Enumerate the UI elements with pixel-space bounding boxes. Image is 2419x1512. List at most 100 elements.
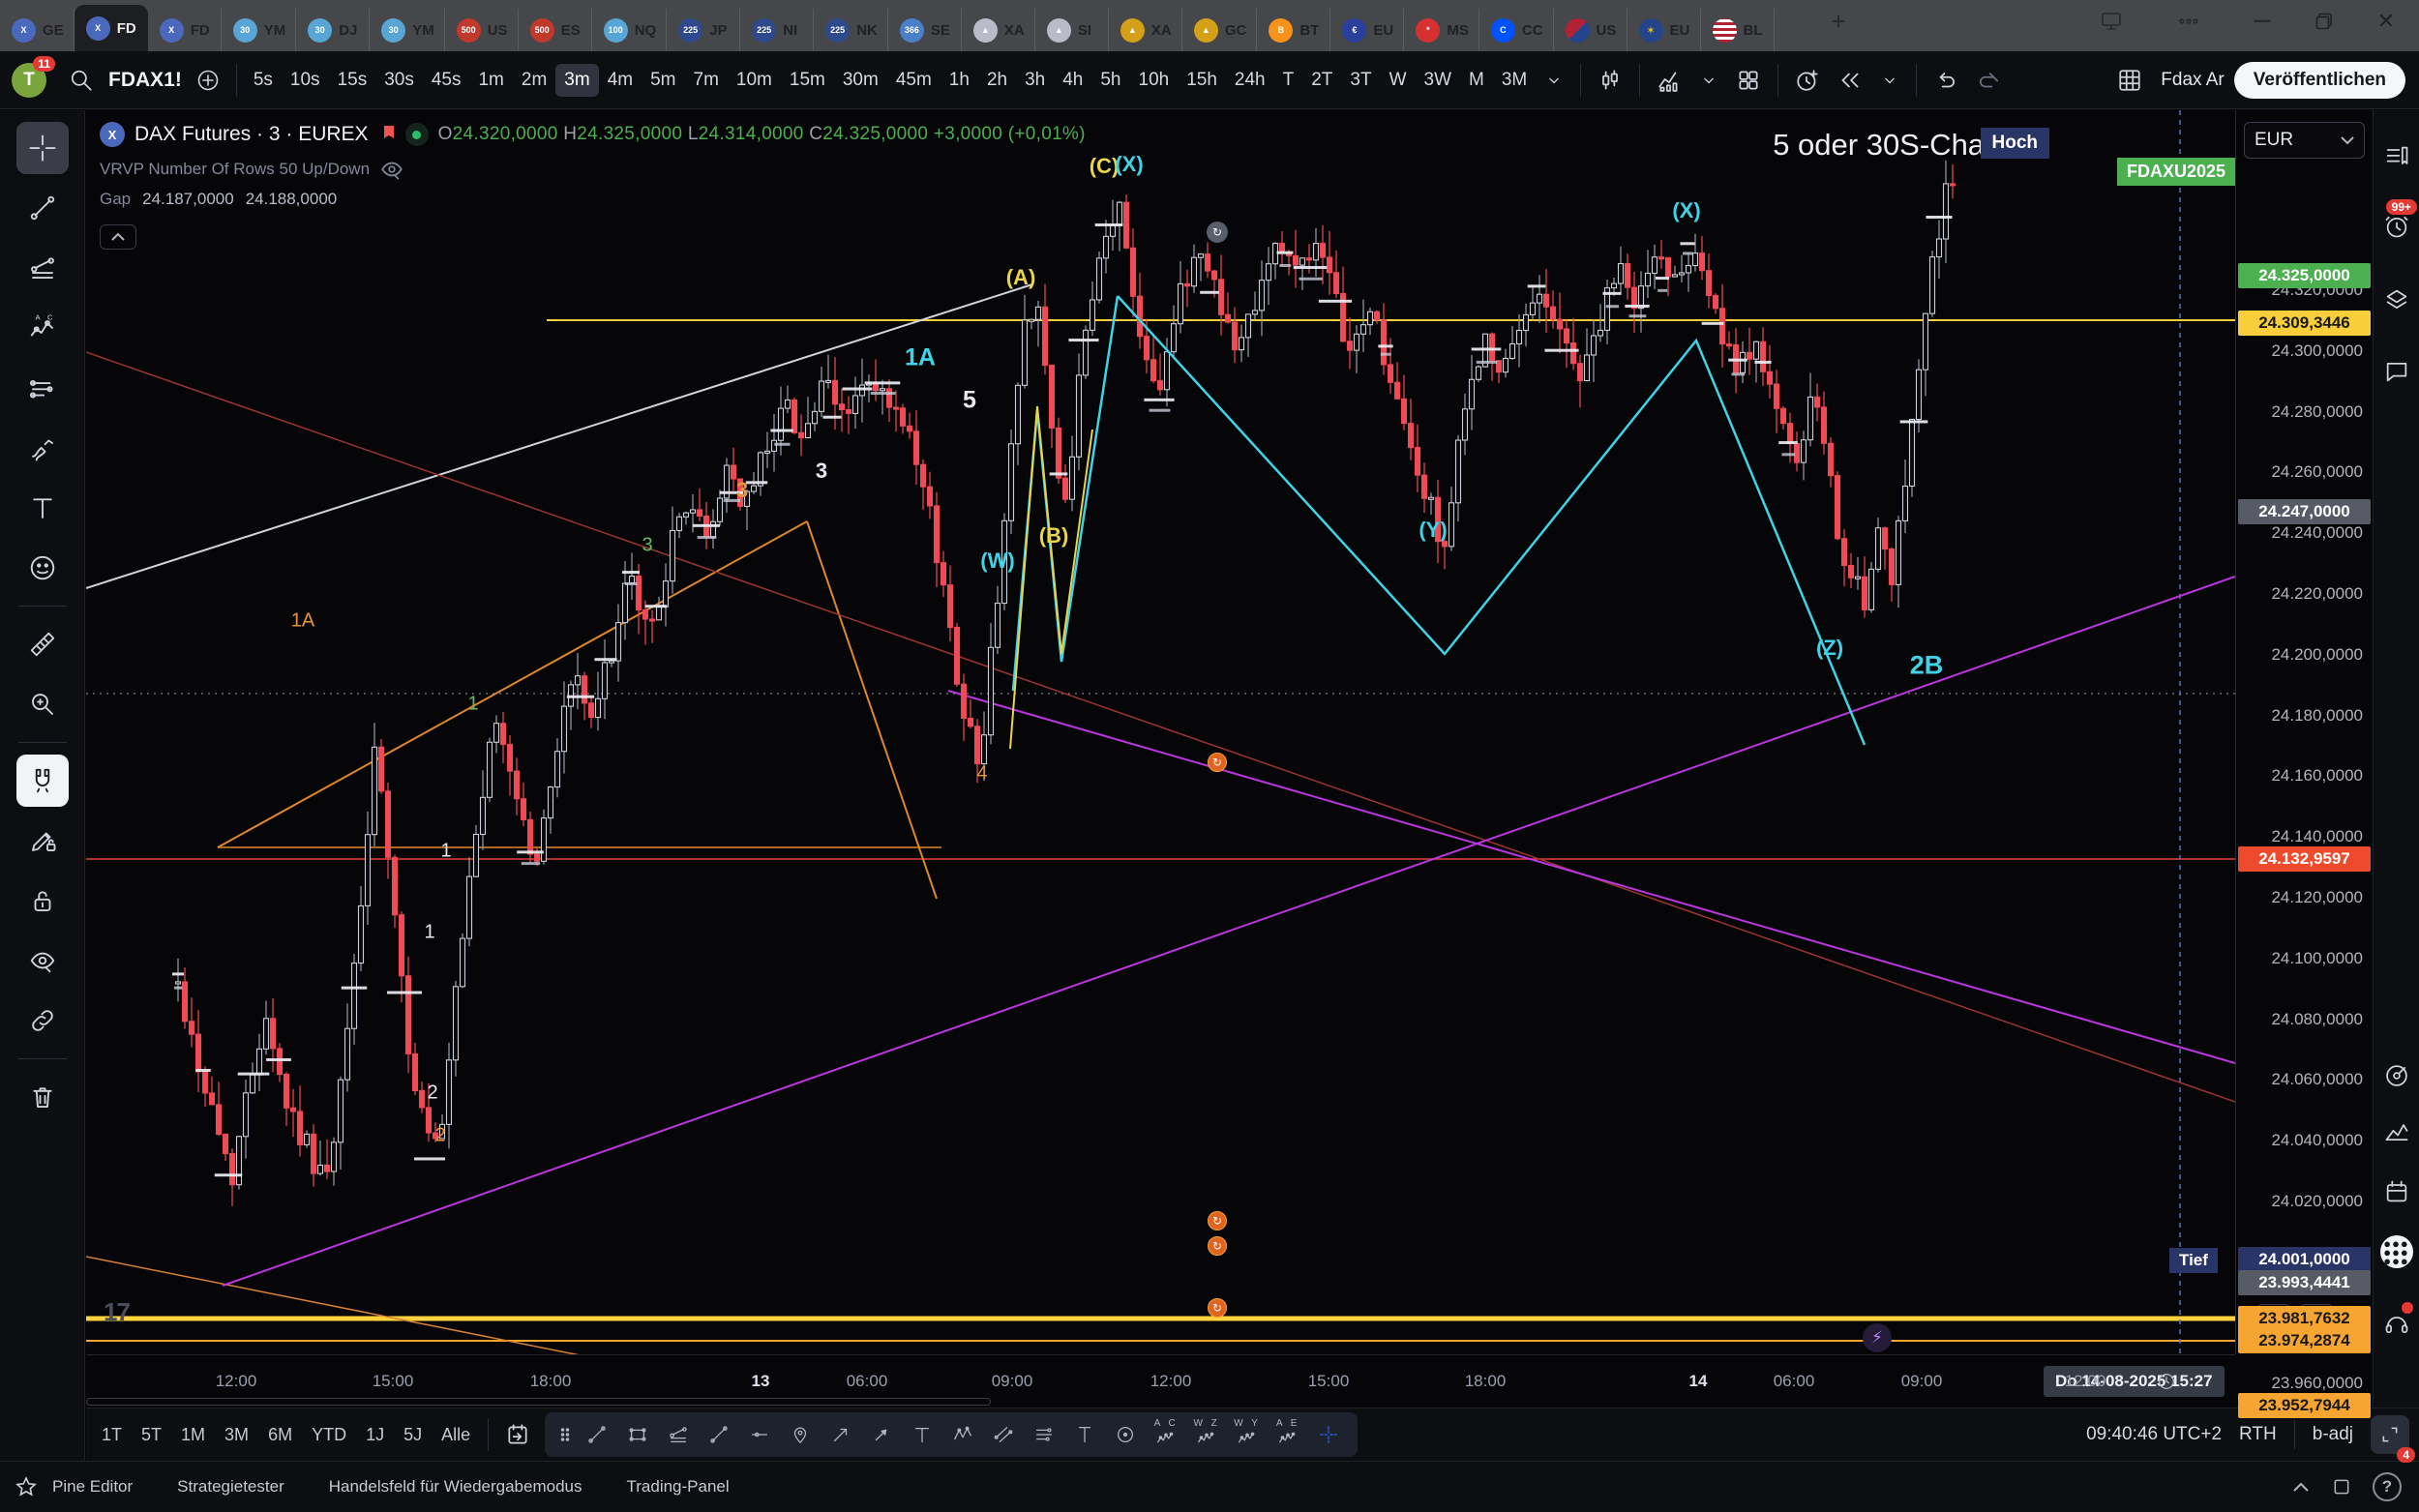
redo-icon[interactable] <box>1967 61 2010 100</box>
remove-drawings-icon[interactable] <box>16 1071 69 1123</box>
orange-marker-icon[interactable]: ↻ <box>1208 1211 1227 1230</box>
browser-tab-ni[interactable]: 225NI <box>740 9 814 51</box>
object-tree-icon[interactable] <box>2377 281 2416 319</box>
maximize-panel-icon[interactable] <box>2332 1477 2351 1497</box>
apps-grid-icon[interactable]: ●●●●●●●●● <box>2377 1232 2416 1271</box>
calendar-icon[interactable] <box>2377 1172 2416 1211</box>
visible-range-scrollbar[interactable] <box>86 1398 991 1406</box>
range-1j[interactable]: 1J <box>356 1420 394 1450</box>
timeframe-3W[interactable]: 3W <box>1416 64 1461 97</box>
chevron-down-icon[interactable] <box>1536 61 1572 100</box>
browser-tab-ym[interactable]: 30YM <box>222 9 297 51</box>
browser-tab-eu[interactable]: €EU <box>1330 9 1404 51</box>
browser-tab-nq[interactable]: 100NQ <box>592 9 668 51</box>
timeframe-T[interactable]: T <box>1274 64 1303 97</box>
range-5t[interactable]: 5T <box>132 1420 171 1450</box>
panel-collapse-icon[interactable] <box>2291 1481 2311 1493</box>
timeframe-15h[interactable]: 15h <box>1178 64 1226 97</box>
window-close-button[interactable]: ✕ <box>2365 0 2407 43</box>
dock-horizontal-ray-icon[interactable] <box>740 1415 779 1454</box>
timeframe-10h[interactable]: 10h <box>1130 64 1179 97</box>
browser-tab-cc[interactable]: CCC <box>1479 9 1554 51</box>
browser-tab-xa[interactable]: ▲XA <box>1109 9 1182 51</box>
dock-arrow-marker-icon[interactable] <box>862 1415 901 1454</box>
dock-trend-line-icon[interactable] <box>578 1415 616 1454</box>
timeframe-30s[interactable]: 30s <box>375 64 423 97</box>
window-minimize-button[interactable]: ─ <box>2241 0 2284 43</box>
timeframe-4m[interactable]: 4m <box>599 64 642 97</box>
drawing-mode-icon[interactable] <box>16 815 69 867</box>
timeframe-2T[interactable]: 2T <box>1302 64 1341 97</box>
dock-circle-icon[interactable] <box>1106 1415 1145 1454</box>
statusbar-handelsfeld-f-r-wiedergabemodus[interactable]: Handelsfeld für Wiedergabemodus <box>329 1477 582 1497</box>
timeframe-1h[interactable]: 1h <box>941 64 978 97</box>
tab-devices-icon[interactable] <box>2090 0 2133 43</box>
chevron-down-icon[interactable] <box>1690 61 1727 100</box>
compare-add-icon[interactable] <box>188 61 228 100</box>
browser-tab-si[interactable]: ▲SI <box>1035 9 1109 51</box>
browser-tab-xa[interactable]: ▲XA <box>962 9 1035 51</box>
indicators-icon[interactable] <box>1648 61 1690 100</box>
elliott-wave-icon[interactable]: AC <box>16 302 69 354</box>
flag-icon[interactable] <box>378 125 396 144</box>
purple-marker-icon[interactable]: ⚡ <box>1863 1323 1892 1352</box>
browser-menu-icon[interactable] <box>2167 0 2210 43</box>
undo-icon[interactable] <box>1925 61 1967 100</box>
timeframe-15m[interactable]: 15m <box>781 64 834 97</box>
dock-vertical-line-icon[interactable] <box>1065 1415 1104 1454</box>
browser-tab-nk[interactable]: 225NK <box>814 9 888 51</box>
dock-ray-icon[interactable] <box>700 1415 738 1454</box>
dock-wave-ac-icon[interactable]: A C <box>1147 1415 1185 1454</box>
clock-text[interactable]: 09:40:46 UTC+2 <box>2086 1424 2222 1445</box>
symbol-search-button[interactable]: FDAX1! <box>108 69 182 92</box>
timeframe-W[interactable]: W <box>1381 64 1416 97</box>
dock-pin-icon[interactable] <box>781 1415 820 1454</box>
browser-tab-se[interactable]: 366SE <box>888 9 962 51</box>
favorites-star-icon[interactable] <box>0 1475 52 1498</box>
market-status-icon[interactable] <box>405 123 429 146</box>
dock-arrow-icon[interactable] <box>821 1415 860 1454</box>
range-3m[interactable]: 3M <box>215 1420 258 1450</box>
chart-pane[interactable]: X DAX Futures · 3 · EUREX O24.320,0000 H… <box>86 110 2235 1354</box>
window-restore-button[interactable] <box>2303 0 2345 43</box>
dock-drag-handle[interactable] <box>554 1415 576 1454</box>
candle-style-icon[interactable] <box>1589 61 1631 100</box>
browser-tab-fd[interactable]: XFD <box>148 9 222 51</box>
orange-marker-icon[interactable]: ↻ <box>1208 1298 1227 1318</box>
browser-tab-us[interactable]: US <box>1554 9 1628 51</box>
timeframe-15s[interactable]: 15s <box>329 64 376 97</box>
lock-drawings-icon[interactable] <box>16 875 69 927</box>
timezone-clock-icon[interactable] <box>2156 1371 2177 1392</box>
prediction-icon[interactable] <box>16 362 69 414</box>
timeframe-5h[interactable]: 5h <box>1091 64 1129 97</box>
range-5j[interactable]: 5J <box>394 1420 432 1450</box>
search-icon[interactable] <box>60 61 103 100</box>
crosshair-icon[interactable] <box>16 122 69 174</box>
browser-tab-ym[interactable]: 30YM <box>370 9 445 51</box>
range-ytd[interactable]: YTD <box>302 1420 356 1450</box>
chevron-down-icon[interactable] <box>1871 61 1908 100</box>
browser-tab-eu[interactable]: ✶EU <box>1628 9 1701 51</box>
fib-retracement-icon[interactable] <box>16 242 69 294</box>
browser-tab-es[interactable]: 500ES <box>519 9 592 51</box>
dock-pattern-icon[interactable] <box>943 1415 982 1454</box>
chat-icon[interactable] <box>2377 352 2416 391</box>
layout-name[interactable]: Fdax Ar <box>2161 70 2224 91</box>
emoji-icon[interactable] <box>16 542 69 594</box>
eye-hidden-icon[interactable] <box>379 157 404 182</box>
timeframe-45s[interactable]: 45s <box>423 64 470 97</box>
timeframe-3m[interactable]: 3m <box>555 64 598 97</box>
tradingview-watermark[interactable]: 17 <box>104 1297 130 1327</box>
go-to-date-icon[interactable] <box>496 1415 539 1454</box>
text-icon[interactable] <box>16 482 69 534</box>
dock-wave-ae-icon[interactable]: A E <box>1269 1415 1307 1454</box>
timeframe-45m[interactable]: 45m <box>887 64 941 97</box>
dock-levels-icon[interactable] <box>1025 1415 1063 1454</box>
timeframe-24h[interactable]: 24h <box>1226 64 1274 97</box>
brush-icon[interactable] <box>16 422 69 474</box>
browser-tab-us[interactable]: 500US <box>445 9 519 51</box>
timeframe-10s[interactable]: 10s <box>282 64 329 97</box>
range-alle[interactable]: Alle <box>432 1420 480 1450</box>
dock-wave-wz-icon[interactable]: W Z <box>1187 1415 1226 1454</box>
timeframe-30m[interactable]: 30m <box>834 64 887 97</box>
